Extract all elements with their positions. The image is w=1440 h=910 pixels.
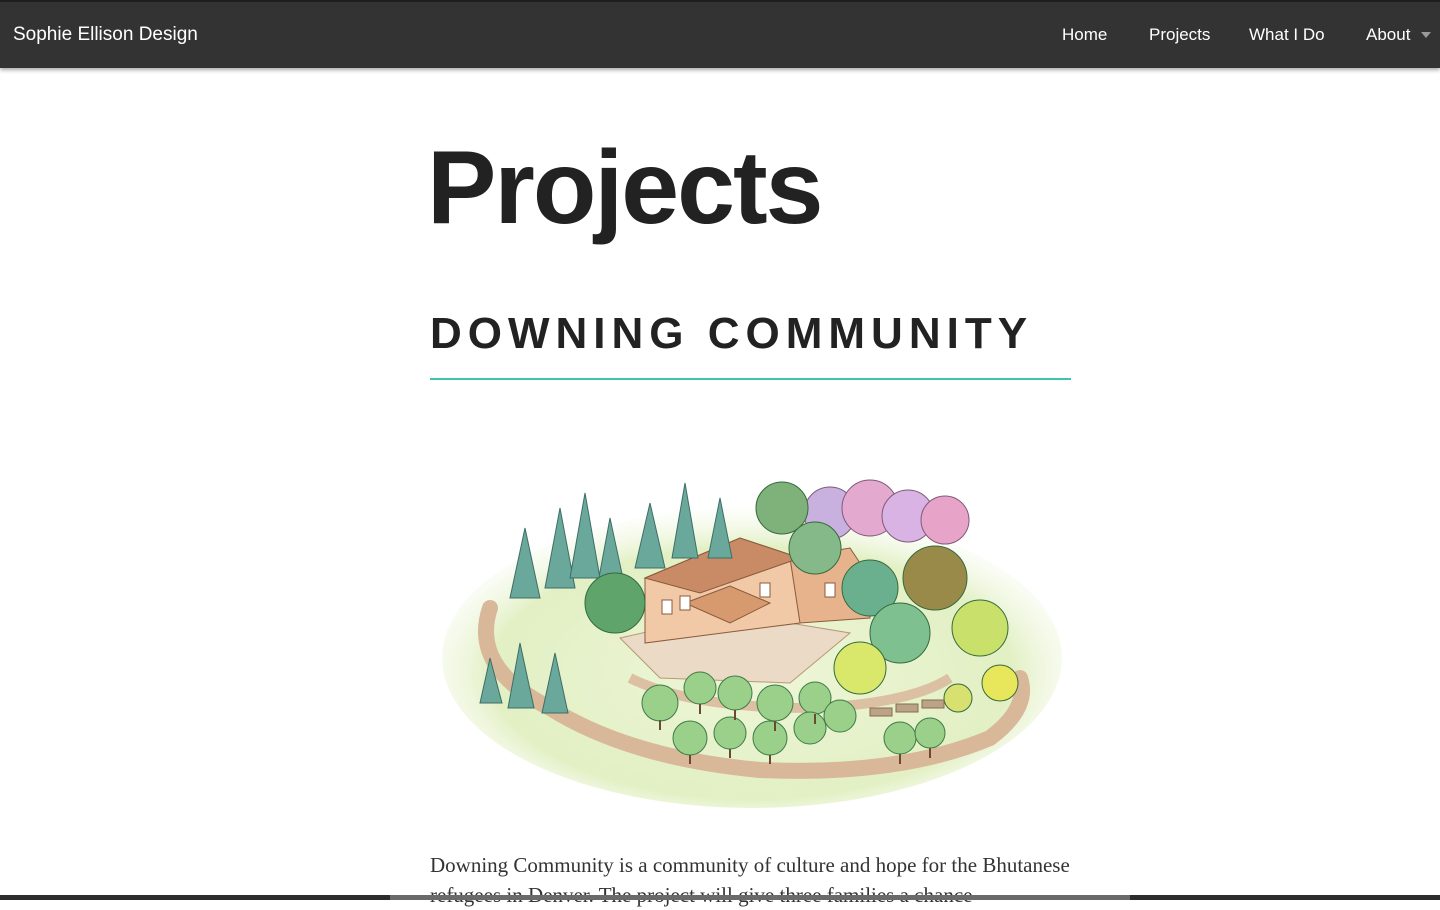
project-heading: DOWNING COMMUNITY bbox=[430, 309, 1034, 358]
project-illustration bbox=[442, 479, 1062, 808]
nav-item-home[interactable]: Home bbox=[1062, 20, 1107, 50]
site-header: Sophie Ellison Design Home Projects What… bbox=[0, 0, 1440, 68]
horizontal-scrollbar[interactable] bbox=[0, 895, 1440, 900]
site-title-link[interactable]: Sophie Ellison Design bbox=[13, 20, 198, 50]
heading-divider bbox=[430, 378, 1071, 380]
project-description: Downing Community is a community of cult… bbox=[430, 853, 1070, 907]
nav-item-what-i-do[interactable]: What I Do bbox=[1249, 20, 1325, 50]
nav-item-about[interactable]: About bbox=[1366, 20, 1410, 50]
nav-item-projects[interactable]: Projects bbox=[1149, 20, 1210, 50]
page-title: Projects bbox=[427, 130, 823, 246]
chevron-down-icon[interactable] bbox=[1421, 32, 1431, 38]
scrollbar-thumb[interactable] bbox=[390, 895, 1130, 900]
